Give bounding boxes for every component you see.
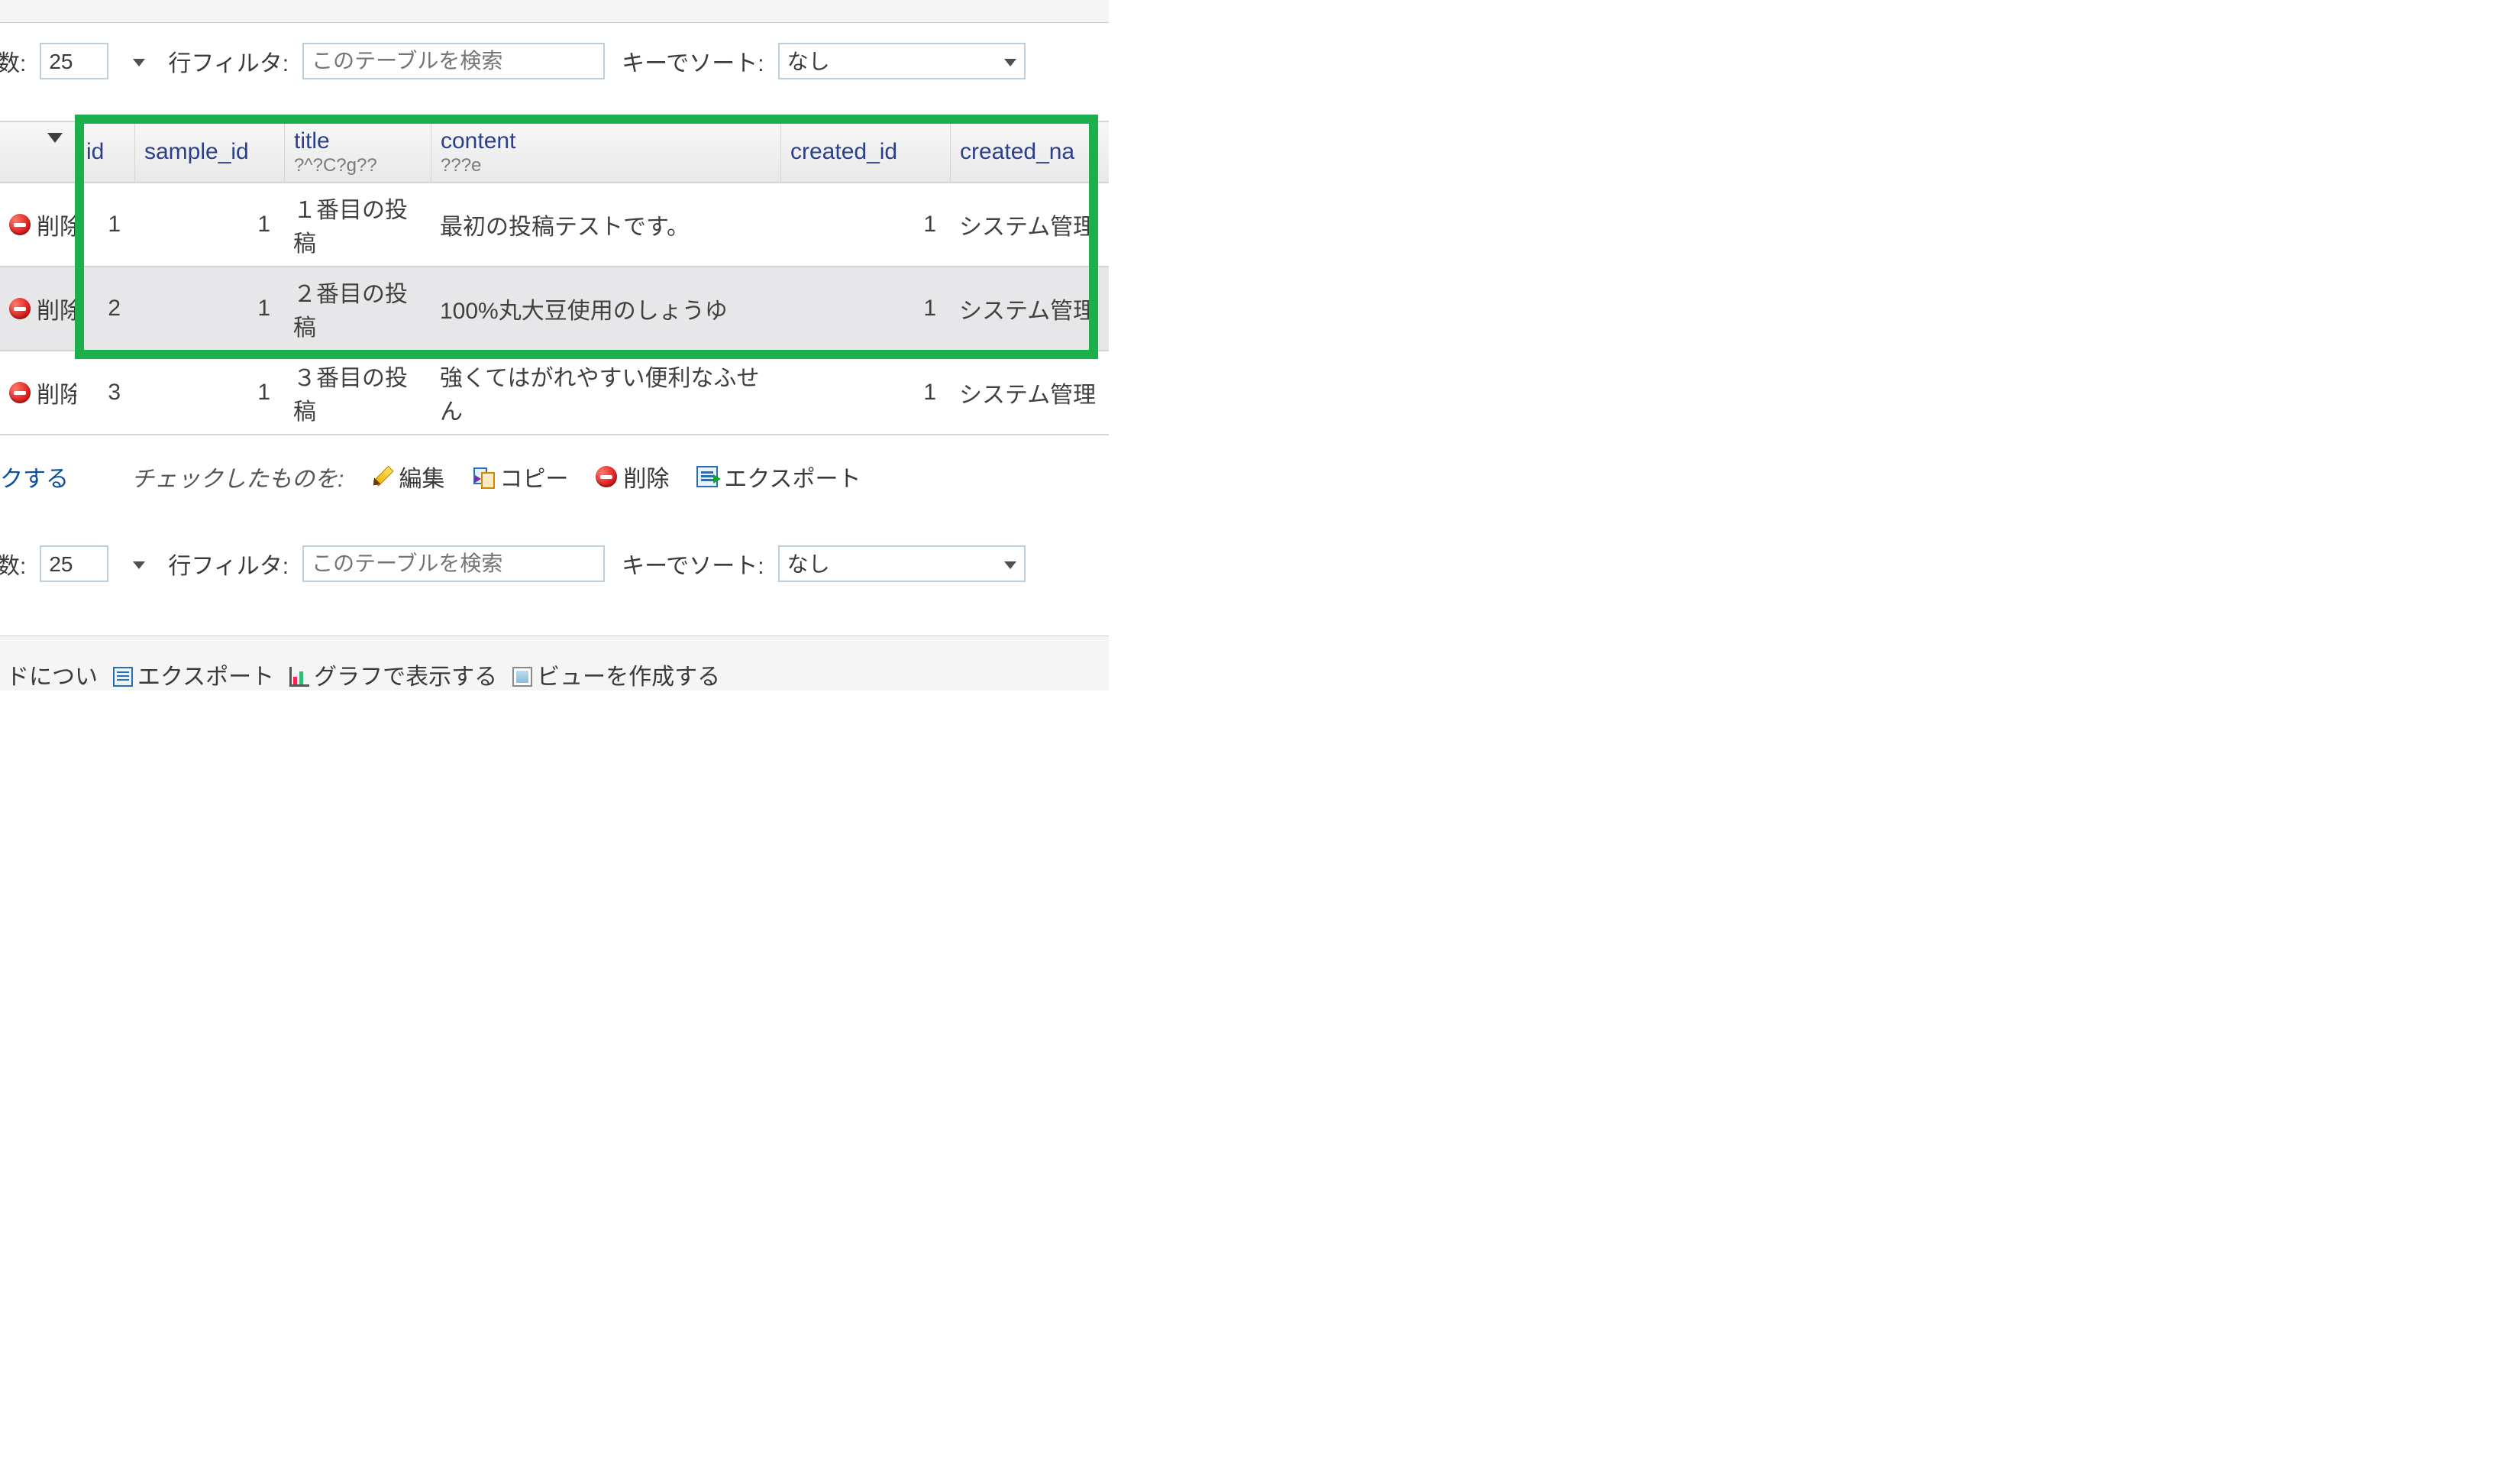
chart-icon bbox=[289, 667, 309, 687]
sort-by-key-select[interactable]: なし bbox=[778, 545, 1026, 582]
bulk-export-button[interactable]: エクスポート bbox=[696, 460, 861, 493]
column-header-title[interactable]: title ?^?C?g?? bbox=[284, 122, 431, 183]
cell-sample-id: 1 bbox=[134, 267, 284, 351]
footer-bar: ドについ エクスポート グラフで表示する ビューを作成する bbox=[0, 636, 1109, 691]
cell-sample-id: 1 bbox=[134, 183, 284, 267]
bulk-actions-bar: クする チェックしたものを: 編集 コピー 削除 エクスポート bbox=[0, 455, 1109, 498]
cell-content: 100%丸大豆使用のしょうゆ bbox=[431, 267, 780, 351]
delete-icon bbox=[9, 382, 31, 403]
sort-by-key-label: キーでソート: bbox=[622, 547, 764, 581]
column-header-created-id[interactable]: created_id bbox=[780, 122, 950, 183]
data-table: id sample_id title ?^?C?g?? content ???e… bbox=[0, 121, 1109, 435]
row-filter-label: 行フィルタ: bbox=[168, 547, 289, 581]
table-region: id sample_id title ?^?C?g?? content ???e… bbox=[0, 121, 1109, 435]
sort-by-key-select[interactable]: なし bbox=[778, 43, 1026, 79]
delete-icon bbox=[596, 466, 617, 487]
delete-icon bbox=[9, 298, 31, 319]
bulk-copy-button[interactable]: コピー bbox=[472, 460, 568, 493]
column-header-created-na[interactable]: created_na bbox=[950, 122, 1109, 183]
check-all-link[interactable]: クする bbox=[0, 460, 69, 493]
export-icon bbox=[696, 466, 718, 487]
cell-created-na: システム管理 bbox=[950, 351, 1109, 435]
pencil-icon bbox=[367, 461, 398, 492]
column-header-content[interactable]: content ???e bbox=[431, 122, 780, 183]
with-selected-label: チェックしたものを: bbox=[131, 460, 344, 493]
cell-content: 最初の投稿テストです。 bbox=[431, 183, 780, 267]
column-header-actions[interactable] bbox=[0, 122, 76, 183]
view-icon bbox=[512, 667, 532, 687]
rows-per-page-label: 数: bbox=[0, 44, 26, 78]
cell-id: 3 bbox=[76, 351, 134, 435]
row-action-delete[interactable]: 削除 bbox=[0, 183, 76, 267]
footer-export-link[interactable]: エクスポート bbox=[113, 658, 274, 691]
row-filter-input[interactable] bbox=[302, 43, 605, 79]
filter-bar-top: 数: 25 行フィルタ: キーでソート: なし bbox=[0, 23, 1109, 99]
footer-fragment: ドについ bbox=[6, 658, 98, 691]
top-strip bbox=[0, 0, 1109, 23]
rows-per-page-label: 数: bbox=[0, 547, 26, 581]
cell-sample-id: 1 bbox=[134, 351, 284, 435]
row-filter-input[interactable] bbox=[302, 545, 605, 582]
row-action-delete[interactable]: 削除 bbox=[0, 267, 76, 351]
sort-by-key-label: キーでソート: bbox=[622, 44, 764, 78]
cell-title: １番目の投稿 bbox=[284, 183, 431, 267]
row-filter-label: 行フィルタ: bbox=[168, 44, 289, 78]
spreadsheet-icon bbox=[113, 667, 133, 687]
footer-chart-link[interactable]: グラフで表示する bbox=[289, 658, 497, 691]
footer-view-link[interactable]: ビューを作成する bbox=[512, 658, 720, 691]
bulk-delete-button[interactable]: 削除 bbox=[596, 460, 669, 493]
cell-content: 強くてはがれやすい便利なふせん bbox=[431, 351, 780, 435]
chevron-down-icon bbox=[47, 133, 63, 143]
cell-title: ３番目の投稿 bbox=[284, 351, 431, 435]
cell-created-na: システム管理 bbox=[950, 267, 1109, 351]
cell-id: 1 bbox=[76, 183, 134, 267]
bulk-edit-button[interactable]: 編集 bbox=[371, 460, 444, 493]
filter-bar-bottom: 数: 25 行フィルタ: キーでソート: なし bbox=[0, 526, 1109, 602]
rows-per-page-select[interactable]: 25 bbox=[40, 43, 108, 79]
column-header-id[interactable]: id bbox=[76, 122, 134, 183]
cell-created-id: 1 bbox=[780, 351, 950, 435]
cell-created-id: 1 bbox=[780, 267, 950, 351]
cell-created-na: システム管理 bbox=[950, 183, 1109, 267]
row-action-delete[interactable]: 削除 bbox=[0, 351, 76, 435]
copy-icon bbox=[472, 466, 493, 487]
cell-created-id: 1 bbox=[780, 183, 950, 267]
cell-id: 2 bbox=[76, 267, 134, 351]
cell-title: ２番目の投稿 bbox=[284, 267, 431, 351]
rows-per-page-select[interactable]: 25 bbox=[40, 545, 108, 582]
column-header-sample-id[interactable]: sample_id bbox=[134, 122, 284, 183]
delete-icon bbox=[9, 214, 31, 235]
